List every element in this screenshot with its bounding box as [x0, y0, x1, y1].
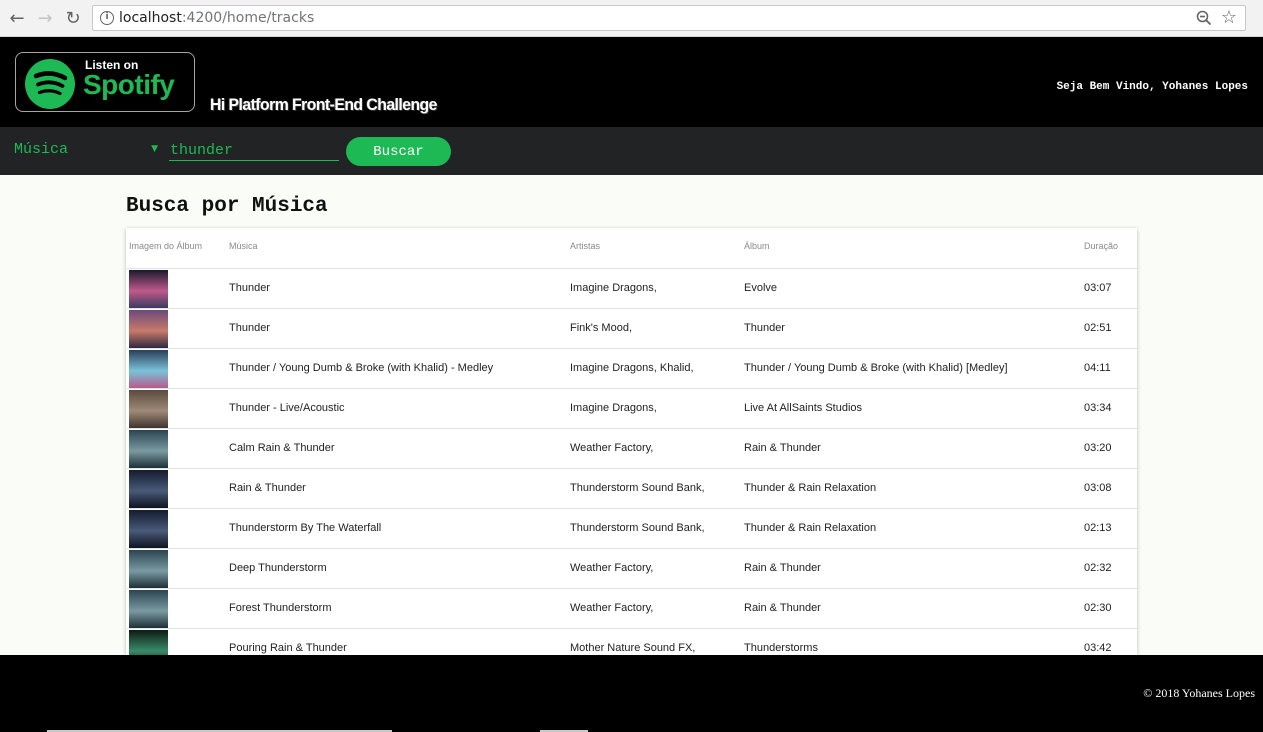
track-artists: Imagine Dragons,: [570, 282, 657, 294]
search-type-select[interactable]: Música ▼: [14, 141, 158, 161]
album-cover-image: [129, 310, 168, 348]
back-arrow-icon[interactable]: ←: [6, 7, 28, 29]
table-row[interactable]: Deep Thunderstorm Weather Factory, Rain & …: [126, 549, 1137, 589]
column-header-artists: Artistas: [570, 241, 601, 251]
track-artists: Thunderstorm Sound Bank,: [570, 522, 705, 534]
reload-icon[interactable]: ↻: [62, 7, 84, 29]
tracks-table: Imagem do Álbum Música Artistas Álbum Du…: [126, 228, 1137, 655]
table-row[interactable]: Thunder Fink's Mood, Thunder 02:51: [126, 309, 1137, 349]
track-artists: Imagine Dragons,: [570, 402, 657, 414]
track-duration: 02:30: [1084, 602, 1112, 614]
forward-arrow-icon[interactable]: →: [34, 7, 56, 29]
address-bar[interactable]: i localhost:4200/home/tracks ☆: [92, 5, 1246, 31]
track-duration: 03:07: [1084, 282, 1112, 294]
info-icon[interactable]: i: [100, 11, 114, 25]
album-cover-image: [129, 510, 168, 548]
track-album: Live At AllSaints Studios: [744, 402, 863, 414]
app-header: Listen on Spotify Hi Platform Front-End …: [0, 37, 1263, 127]
album-cover-image: [129, 430, 168, 468]
search-type-value: Música: [14, 141, 69, 158]
track-album: Rain & Thunder: [744, 562, 821, 574]
app-title: Hi Platform Front-End Challenge: [210, 95, 437, 114]
track-name: Pouring Rain & Thunder: [229, 642, 347, 654]
url-path: :4200/home/tracks: [181, 10, 315, 26]
track-name: Thunder / Young Dumb & Broke (with Khali…: [229, 362, 494, 374]
table-row[interactable]: Forest Thunderstorm Weather Factory, Rain …: [126, 589, 1137, 629]
browser-toolbar: ← → ↻ i localhost:4200/home/tracks ☆: [0, 0, 1263, 37]
zoom-out-icon[interactable]: [1195, 9, 1213, 27]
track-artists: Imagine Dragons, Khalid,: [570, 362, 694, 374]
album-cover-image: [129, 550, 168, 588]
table-row[interactable]: Thunderstorm By The Waterfall Thunderstor…: [126, 509, 1137, 549]
page-title: Busca por Música: [126, 195, 328, 218]
track-duration: 03:42: [1084, 642, 1112, 654]
track-name: Rain & Thunder: [229, 482, 306, 494]
album-cover-image: [129, 270, 168, 308]
track-name: Thunder: [229, 322, 270, 334]
bookmark-star-icon[interactable]: ☆: [1221, 7, 1237, 28]
dropdown-arrow-icon: ▼: [151, 144, 158, 154]
column-header-duration: Duração: [1084, 241, 1119, 251]
track-name: Thunder: [229, 282, 270, 294]
track-duration: 04:11: [1084, 362, 1111, 374]
track-album: Evolve: [744, 282, 778, 294]
track-artists: Weather Factory,: [570, 442, 654, 454]
copyright-text: © 2018 Yohanes Lopes: [1143, 686, 1255, 700]
search-input[interactable]: [169, 141, 339, 161]
listen-on-spotify-badge[interactable]: Listen on Spotify: [15, 52, 195, 112]
track-album: Rain & Thunder: [744, 602, 821, 614]
track-duration: 03:20: [1084, 442, 1112, 454]
welcome-message: Seja Bem Vindo, Yohanes Lopes: [1056, 81, 1248, 93]
track-album: Thunderstorms: [744, 642, 818, 654]
track-artists: Thunderstorm Sound Bank,: [570, 482, 705, 494]
table-row[interactable]: Pouring Rain & Thunder Mother Nature Soun…: [126, 629, 1137, 655]
track-name: Thunderstorm By The Waterfall: [229, 522, 382, 534]
table-header: Imagem do Álbum Música Artistas Álbum Du…: [126, 228, 1137, 269]
track-album: Thunder / Young Dumb & Broke (with Khali…: [744, 362, 1008, 374]
search-button[interactable]: Buscar: [346, 137, 451, 166]
track-duration: 03:08: [1084, 482, 1112, 494]
column-header-album-image: Imagem do Álbum: [129, 241, 203, 251]
table-row[interactable]: Thunder / Young Dumb & Broke (with Khali…: [126, 349, 1137, 389]
url-host: localhost: [119, 10, 182, 26]
track-artists: Weather Factory,: [570, 602, 654, 614]
spotify-logo-icon: [25, 59, 75, 109]
album-cover-image: [129, 350, 168, 388]
column-header-album: Álbum: [744, 241, 770, 251]
search-bar: Música ▼ Buscar: [0, 127, 1263, 175]
album-cover-image: [129, 630, 168, 655]
track-name: Thunder - Live/Acoustic: [229, 402, 345, 414]
track-duration: 02:51: [1084, 322, 1112, 334]
track-artists: Fink's Mood,: [570, 322, 633, 334]
track-album: Rain & Thunder: [744, 442, 821, 454]
page-footer: © 2018 Yohanes Lopes: [0, 655, 1263, 732]
album-cover-image: [129, 470, 168, 508]
url-text[interactable]: localhost:4200/home/tracks: [119, 10, 314, 26]
track-artists: Mother Nature Sound FX,: [570, 642, 696, 654]
track-name: Forest Thunderstorm: [229, 602, 332, 614]
table-row[interactable]: Thunder - Live/Acoustic Imagine Dragons, L…: [126, 389, 1137, 429]
track-album: Thunder & Rain Relaxation: [744, 522, 877, 534]
track-artists: Weather Factory,: [570, 562, 654, 574]
track-duration: 02:13: [1084, 522, 1112, 534]
track-duration: 02:32: [1084, 562, 1112, 574]
album-cover-image: [129, 590, 168, 628]
track-album: Thunder & Rain Relaxation: [744, 482, 877, 494]
table-row[interactable]: Calm Rain & Thunder Weather Factory, Rain …: [126, 429, 1137, 469]
track-duration: 03:34: [1084, 402, 1112, 414]
column-header-track: Música: [229, 241, 258, 251]
track-name: Calm Rain & Thunder: [229, 442, 335, 454]
album-cover-image: [129, 390, 168, 428]
table-row[interactable]: Rain & Thunder Thunderstorm Sound Bank, Th…: [126, 469, 1137, 509]
badge-spotify-text: Spotify: [83, 69, 175, 100]
track-name: Deep Thunderstorm: [229, 562, 327, 574]
track-album: Thunder: [744, 322, 785, 334]
table-row[interactable]: Thunder Imagine Dragons, Evolve 03:07: [126, 269, 1137, 309]
